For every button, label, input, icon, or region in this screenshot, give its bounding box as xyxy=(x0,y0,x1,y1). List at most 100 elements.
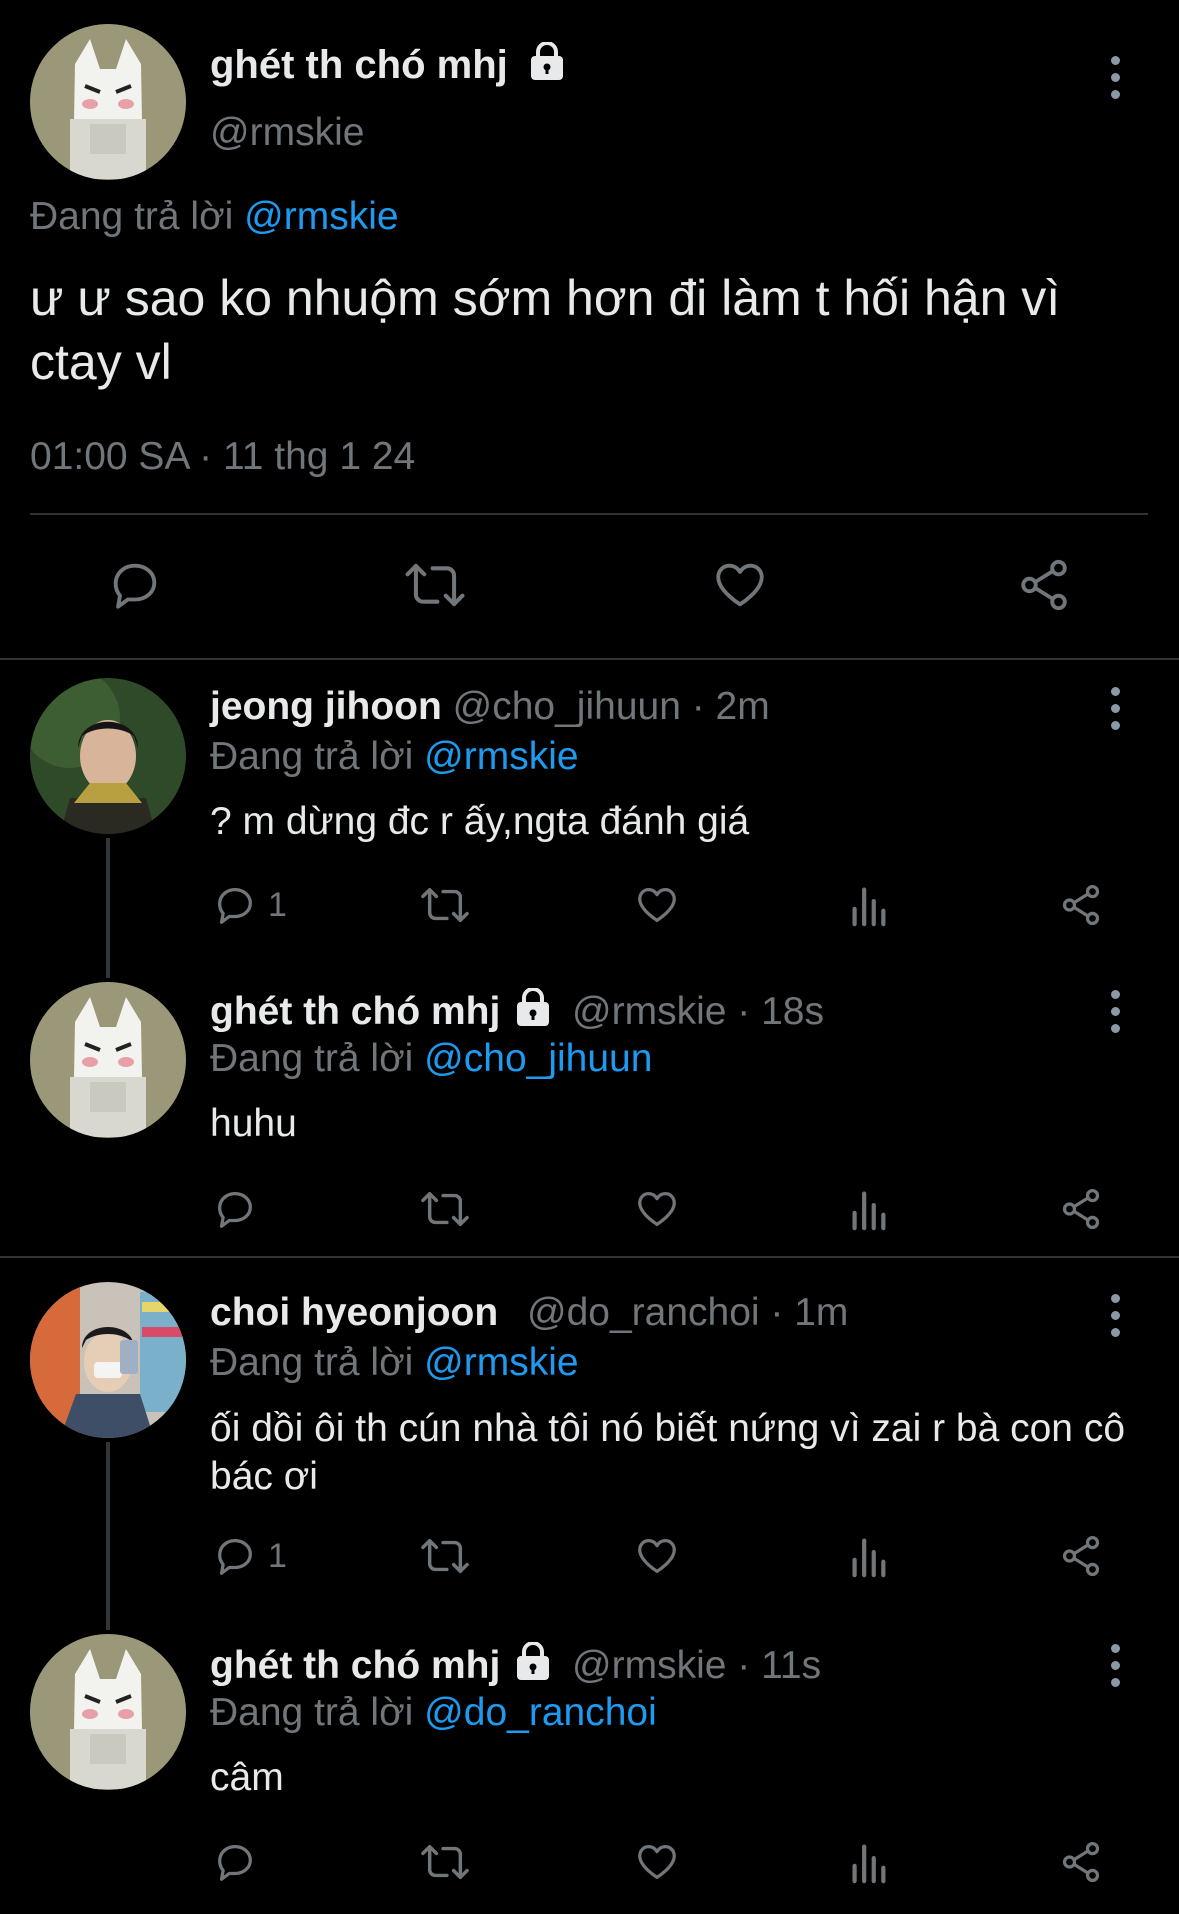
tweet-timestamp[interactable]: 01:00 SA · 11 thg 1 24 xyxy=(30,434,415,480)
display-name[interactable]: ghét th chó mhj xyxy=(210,1644,500,1687)
share-button[interactable] xyxy=(1058,1186,1104,1232)
display-name[interactable]: choi hyeonjoon xyxy=(210,1291,498,1334)
share-icon xyxy=(1062,884,1100,926)
reply-button[interactable]: 1 xyxy=(212,882,287,928)
share-button[interactable] xyxy=(1015,556,1073,614)
more-options-icon[interactable] xyxy=(1109,1644,1121,1688)
share-button[interactable] xyxy=(1058,1533,1104,1579)
retweet-button[interactable] xyxy=(420,1186,470,1232)
avatar-do-ranchoi[interactable] xyxy=(30,1282,186,1438)
retweet-button[interactable] xyxy=(420,882,470,928)
reply-header: ghét th chó mhj @rmskie · 11s xyxy=(210,1641,821,1693)
share-button[interactable] xyxy=(1058,1839,1104,1885)
retweet-icon xyxy=(421,887,469,923)
reply-icon xyxy=(218,1539,252,1575)
replying-to-link[interactable]: @rmskie xyxy=(424,1341,578,1384)
reply-header: ghét th chó mhj @rmskie · 18s xyxy=(210,987,824,1039)
display-name[interactable]: ghét th chó mhj xyxy=(210,990,500,1033)
replying-label: Đang trả lời xyxy=(210,1341,414,1384)
views-button[interactable] xyxy=(848,1839,888,1885)
retweet-icon xyxy=(421,1191,469,1227)
tweet-text: ối dồi ôi th cún nhà tôi nó biết nứng vì… xyxy=(210,1407,1126,1498)
replying-to-link[interactable]: @rmskie xyxy=(244,195,398,238)
like-button[interactable] xyxy=(634,1533,680,1579)
replying-to-link[interactable]: @do_ranchoi xyxy=(424,1691,657,1734)
views-button[interactable] xyxy=(848,882,888,928)
lock-icon xyxy=(513,1641,553,1693)
retweet-icon xyxy=(421,1844,469,1880)
tweet-text: ? m dừng đc r ấy,ngta đánh giá xyxy=(210,800,750,843)
like-icon xyxy=(716,563,764,607)
tweet-text: huhu xyxy=(210,1102,297,1145)
replying-to-line: Đang trả lời @rmskie xyxy=(30,194,399,240)
analytics-icon xyxy=(852,1844,886,1884)
lock-icon xyxy=(513,987,553,1039)
tweet-text: ư ư sao ko nhuộm sớm hơn đi làm t hối hậ… xyxy=(30,270,1061,390)
views-button[interactable] xyxy=(848,1533,888,1579)
replying-label: Đang trả lời xyxy=(210,1037,414,1080)
like-icon xyxy=(638,1539,676,1573)
lock-icon xyxy=(527,41,567,92)
retweet-button[interactable] xyxy=(420,1839,470,1885)
reply-icon xyxy=(218,1845,252,1881)
retweet-button[interactable] xyxy=(404,556,466,614)
reply-button[interactable]: 1 xyxy=(212,1533,287,1579)
like-button[interactable] xyxy=(634,882,680,928)
analytics-icon xyxy=(852,887,886,927)
more-options-icon[interactable] xyxy=(1109,1294,1121,1338)
reply-count: 1 xyxy=(268,885,287,924)
handle-time[interactable]: @cho_jihuun · 2m xyxy=(453,685,770,728)
share-button[interactable] xyxy=(1058,882,1104,928)
reply-button[interactable] xyxy=(212,1839,268,1885)
reply-icon xyxy=(218,888,252,924)
reply-icon xyxy=(218,1192,252,1228)
replying-label: Đang trả lời xyxy=(210,735,414,778)
replying-to-line: Đang trả lời @do_ranchoi xyxy=(210,1690,657,1736)
reply-count: 1 xyxy=(268,1536,287,1575)
more-options-icon[interactable] xyxy=(1109,990,1121,1034)
avatar-rmskie[interactable] xyxy=(30,982,186,1138)
reply-button[interactable] xyxy=(212,1186,268,1232)
more-options-icon[interactable] xyxy=(1109,687,1121,731)
like-button[interactable] xyxy=(634,1839,680,1885)
retweet-icon xyxy=(421,1538,469,1574)
replying-label: Đang trả lời xyxy=(30,195,234,238)
display-name[interactable]: ghét th chó mhj xyxy=(210,41,567,92)
replying-to-line: Đang trả lời @rmskie xyxy=(210,1340,579,1386)
replying-to-line: Đang trả lời @rmskie xyxy=(210,734,579,780)
reply-button[interactable] xyxy=(106,556,164,614)
thread-line xyxy=(106,1442,110,1630)
replying-label: Đang trả lời xyxy=(210,1691,414,1734)
retweet-icon xyxy=(405,563,465,607)
like-button[interactable] xyxy=(711,556,769,614)
avatar-cho-jihuun[interactable] xyxy=(30,678,186,834)
share-icon xyxy=(1062,1535,1100,1577)
display-name[interactable]: jeong jihoon xyxy=(210,685,442,728)
section-divider xyxy=(0,1256,1179,1258)
reply-header: choi hyeonjoon @do_ranchoi · 1m xyxy=(210,1290,848,1336)
avatar-rmskie[interactable] xyxy=(30,1634,186,1790)
handle-time[interactable]: @do_ranchoi · 1m xyxy=(527,1291,848,1334)
handle-time[interactable]: @rmskie · 11s xyxy=(572,1644,821,1687)
views-button[interactable] xyxy=(848,1186,888,1232)
replying-to-link[interactable]: @cho_jihuun xyxy=(424,1037,652,1080)
more-options-icon[interactable] xyxy=(1109,56,1121,100)
tweet-text: câm xyxy=(210,1756,284,1799)
thread-line xyxy=(106,838,110,978)
like-icon xyxy=(638,888,676,922)
handle-time[interactable]: @rmskie · 18s xyxy=(572,990,824,1033)
display-name-text: ghét th chó mhj xyxy=(210,43,508,87)
like-button[interactable] xyxy=(634,1186,680,1232)
replying-to-link[interactable]: @rmskie xyxy=(424,735,578,778)
share-icon xyxy=(1062,1841,1100,1883)
section-divider xyxy=(0,658,1179,660)
share-icon xyxy=(1062,1188,1100,1230)
divider xyxy=(30,513,1148,515)
analytics-icon xyxy=(852,1538,886,1578)
avatar-rmskie[interactable] xyxy=(30,24,186,180)
replying-to-line: Đang trả lời @cho_jihuun xyxy=(210,1036,652,1082)
reply-icon xyxy=(113,563,157,609)
handle[interactable]: @rmskie xyxy=(210,110,364,156)
analytics-icon xyxy=(852,1191,886,1231)
retweet-button[interactable] xyxy=(420,1533,470,1579)
